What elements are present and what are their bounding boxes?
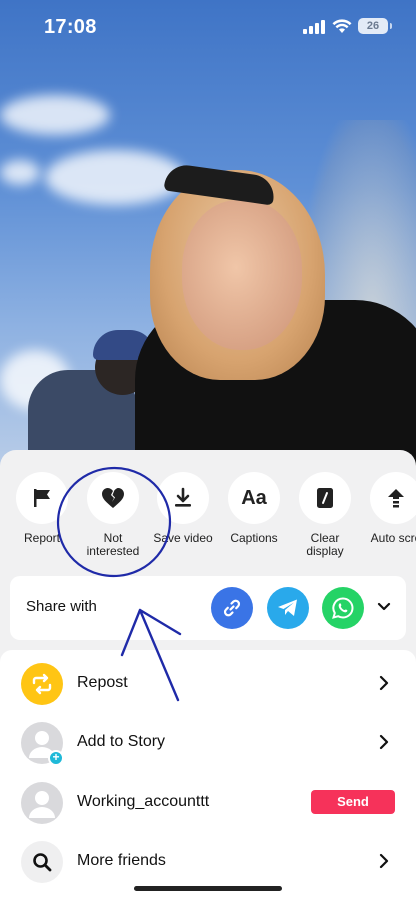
share-sheet: Report Not interested Save video Aa Capt…	[0, 450, 416, 900]
telegram-icon	[278, 599, 297, 616]
home-indicator	[134, 886, 282, 891]
status-time: 17:08	[44, 16, 97, 38]
repost-icon	[21, 663, 63, 705]
chevron-right-icon	[379, 734, 389, 750]
share-list: Repost + Add to Story Working_accounttt …	[0, 650, 416, 900]
link-icon	[223, 599, 241, 617]
chevron-right-icon	[379, 853, 389, 869]
copy-link-button[interactable]	[211, 587, 253, 629]
captions-icon: Aa	[241, 486, 267, 509]
action-captions[interactable]: Aa Captions	[218, 472, 290, 545]
telegram-button[interactable]	[267, 587, 309, 629]
send-button[interactable]: Send	[311, 790, 395, 814]
list-item-friend[interactable]: Working_accounttt Send	[0, 774, 416, 832]
list-item-more-friends[interactable]: More friends	[0, 833, 416, 891]
broken-heart-icon	[102, 488, 124, 508]
action-not-interested[interactable]: Not interested	[77, 472, 149, 558]
action-label-not-interested: Not interested	[86, 531, 140, 558]
status-bar: 17:08 26	[0, 0, 416, 56]
search-icon	[21, 841, 63, 883]
auto-scroll-icon	[388, 489, 404, 508]
action-auto-scroll[interactable]: Auto scro	[360, 472, 416, 545]
action-report[interactable]: Report	[6, 472, 78, 545]
share-with-label: Share with	[26, 598, 97, 615]
whatsapp-icon	[332, 597, 354, 619]
chevron-right-icon	[379, 675, 389, 691]
avatar-icon	[21, 782, 63, 824]
action-save-video[interactable]: Save video	[147, 472, 219, 545]
actions-row: Report Not interested Save video Aa Capt…	[0, 472, 416, 572]
battery-indicator: 26	[358, 18, 392, 34]
download-icon	[175, 487, 191, 507]
video-background[interactable]	[0, 0, 416, 470]
flag-icon	[34, 489, 50, 507]
cellular-signal-icon	[303, 20, 325, 34]
clear-display-icon	[317, 488, 333, 508]
list-item-add-to-story[interactable]: + Add to Story	[0, 714, 416, 772]
share-with-row: Share with	[10, 576, 406, 640]
wifi-icon	[332, 19, 352, 33]
chevron-down-icon[interactable]	[376, 600, 392, 614]
plus-icon: +	[48, 750, 64, 766]
whatsapp-button[interactable]	[322, 587, 364, 629]
action-clear-display[interactable]: Clear display	[289, 472, 361, 558]
list-item-repost[interactable]: Repost	[0, 655, 416, 713]
